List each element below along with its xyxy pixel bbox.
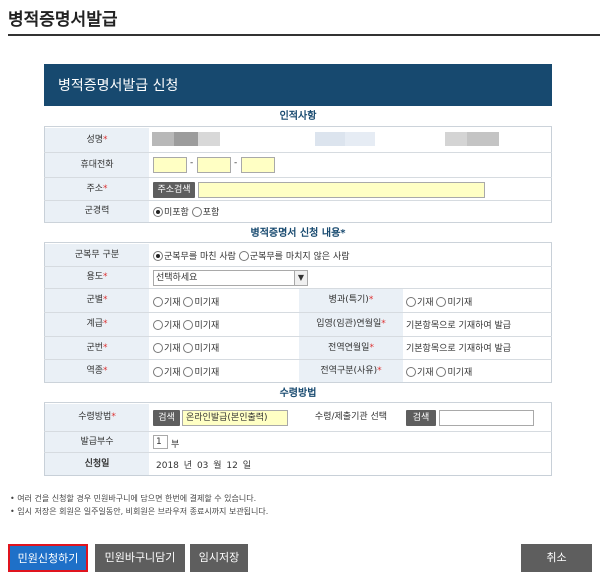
radio-not-completed[interactable] bbox=[238, 250, 249, 261]
label-service-type: 군복무 구분 bbox=[45, 244, 149, 266]
phone-separator: - bbox=[234, 158, 238, 168]
label-military-history: 군경력 bbox=[45, 201, 149, 222]
label-purpose: 용도* bbox=[45, 267, 149, 288]
name-redacted bbox=[345, 132, 375, 146]
radio-include[interactable] bbox=[191, 206, 202, 217]
radio-no-record[interactable] bbox=[436, 296, 447, 307]
radio-no-record[interactable] bbox=[183, 319, 194, 330]
label-apply-date: 신청일 bbox=[45, 453, 149, 475]
copies-unit: 부 bbox=[171, 440, 180, 450]
radio-exclude-label: 미포함 bbox=[164, 208, 189, 218]
branch-radio-group[interactable]: 기재 미기재 bbox=[153, 295, 219, 308]
radio-record[interactable] bbox=[153, 319, 163, 330]
radio-record[interactable] bbox=[406, 366, 416, 377]
label-receive-method: 수령방법* bbox=[45, 404, 149, 431]
discharge-date-note: 기본항목으로 기재하여 발급 bbox=[406, 344, 512, 354]
radio-record-label: 기재 bbox=[164, 298, 181, 308]
address-input[interactable] bbox=[198, 182, 485, 198]
label-discharge-reason: 전역구분(사유)* bbox=[299, 360, 403, 382]
label-rank: 계급* bbox=[45, 313, 149, 336]
agency-input[interactable] bbox=[439, 410, 534, 426]
section-title-request: 병적증명서 신청 내용* bbox=[44, 222, 552, 243]
phone-input-3[interactable] bbox=[241, 157, 275, 173]
receive-method-search-button[interactable]: 검색 bbox=[153, 410, 180, 426]
radio-no-record-label: 미기재 bbox=[194, 344, 220, 354]
name-redacted bbox=[174, 132, 198, 146]
label-agency: 수령/제출기관 선택 bbox=[299, 404, 403, 431]
radio-no-record[interactable] bbox=[183, 366, 194, 377]
agency-search-button[interactable]: 검색 bbox=[406, 410, 436, 426]
radio-record-label: 기재 bbox=[164, 368, 181, 378]
military-history-radio-group[interactable]: 미포함 포함 bbox=[153, 205, 219, 218]
phone-input-1[interactable] bbox=[153, 157, 187, 173]
name-redacted bbox=[198, 132, 220, 146]
radio-record[interactable] bbox=[153, 366, 163, 377]
phone-separator: - bbox=[190, 158, 194, 168]
radio-completed[interactable] bbox=[153, 250, 163, 261]
purpose-select-value: 선택하세요 bbox=[156, 273, 198, 283]
cancel-button[interactable]: 취소 bbox=[521, 544, 592, 572]
name-redacted bbox=[315, 132, 345, 146]
radio-record-label: 기재 bbox=[164, 344, 181, 354]
page-title: 병적증명서발급 bbox=[8, 10, 118, 30]
rank-radio-group[interactable]: 기재 미기재 bbox=[153, 318, 219, 331]
service-number-radio-group[interactable]: 기재 미기재 bbox=[153, 341, 219, 354]
chevron-down-icon[interactable]: ▼ bbox=[294, 271, 307, 285]
notice-line: • 임시 저장은 회원은 일주일동안, 비회원은 브라우저 종료시까지 보관됩니… bbox=[10, 507, 269, 516]
specialty-radio-group[interactable]: 기재 미기재 bbox=[406, 295, 472, 308]
section-title-personal: 인적사항 bbox=[44, 106, 552, 127]
label-enlist-date: 입영(임관)연월일* bbox=[299, 313, 403, 336]
service-type-radio-group[interactable]: 군복무를 마친 사람 군복무를 마치지 않은 사람 bbox=[153, 249, 350, 262]
radio-not-completed-label: 군복무를 마치지 않은 사람 bbox=[249, 252, 350, 262]
label-role: 역종* bbox=[45, 360, 149, 382]
name-redacted bbox=[445, 132, 467, 146]
apply-button[interactable]: 민원신청하기 bbox=[8, 544, 88, 572]
radio-completed-label: 군복무를 마친 사람 bbox=[164, 252, 236, 262]
radio-record[interactable] bbox=[406, 296, 416, 307]
name-redacted bbox=[467, 132, 499, 146]
label-name: 성명* bbox=[45, 128, 149, 152]
form-header: 병적증명서발급 신청 bbox=[44, 64, 552, 106]
role-radio-group[interactable]: 기재 미기재 bbox=[153, 365, 219, 378]
radio-no-record-label: 미기재 bbox=[194, 321, 220, 331]
temp-save-button[interactable]: 임시저장 bbox=[190, 544, 248, 572]
radio-record[interactable] bbox=[153, 296, 163, 307]
enlist-date-note: 기본항목으로 기재하여 발급 bbox=[406, 321, 512, 331]
name-redacted bbox=[152, 132, 174, 146]
receive-method-input[interactable]: 온라인발급(본인출력) bbox=[182, 410, 288, 426]
label-address: 주소* bbox=[45, 178, 149, 200]
radio-exclude[interactable] bbox=[153, 206, 163, 217]
radio-no-record-label: 미기재 bbox=[194, 368, 220, 378]
address-search-button[interactable]: 주소검색 bbox=[153, 182, 195, 198]
label-discharge-date: 전역연월일* bbox=[299, 337, 403, 359]
label-copies: 발급부수 bbox=[45, 432, 149, 452]
discharge-reason-radio-group[interactable]: 기재 미기재 bbox=[406, 365, 472, 378]
section-title-receive: 수령방법 bbox=[44, 382, 552, 403]
radio-record[interactable] bbox=[153, 342, 163, 353]
add-to-basket-button[interactable]: 민원바구니담기 bbox=[95, 544, 185, 572]
apply-date: 2018 년 03 월 12 일 bbox=[156, 461, 252, 471]
radio-record-label: 기재 bbox=[164, 321, 181, 331]
title-divider bbox=[8, 34, 600, 36]
radio-no-record-label: 미기재 bbox=[447, 368, 473, 378]
radio-record-label: 기재 bbox=[417, 368, 434, 378]
label-service-number: 군번* bbox=[45, 337, 149, 359]
label-specialty: 병과(특기)* bbox=[299, 289, 403, 312]
notice: • 여러 건을 신청할 경우 민원바구니에 담으면 한번에 결제할 수 있습니다… bbox=[10, 492, 268, 518]
notice-line: • 여러 건을 신청할 경우 민원바구니에 담으면 한번에 결제할 수 있습니다… bbox=[10, 494, 257, 503]
radio-no-record[interactable] bbox=[183, 296, 194, 307]
label-phone: 휴대전화 bbox=[45, 153, 149, 177]
radio-no-record-label: 미기재 bbox=[447, 298, 473, 308]
radio-no-record[interactable] bbox=[183, 342, 194, 353]
label-branch: 군별* bbox=[45, 289, 149, 312]
purpose-select[interactable]: 선택하세요 ▼ bbox=[153, 270, 308, 286]
copies-input[interactable]: 1 bbox=[153, 435, 168, 449]
radio-include-label: 포함 bbox=[202, 208, 220, 218]
phone-input-2[interactable] bbox=[197, 157, 231, 173]
radio-no-record-label: 미기재 bbox=[194, 298, 220, 308]
radio-no-record[interactable] bbox=[436, 366, 447, 377]
radio-record-label: 기재 bbox=[417, 298, 434, 308]
